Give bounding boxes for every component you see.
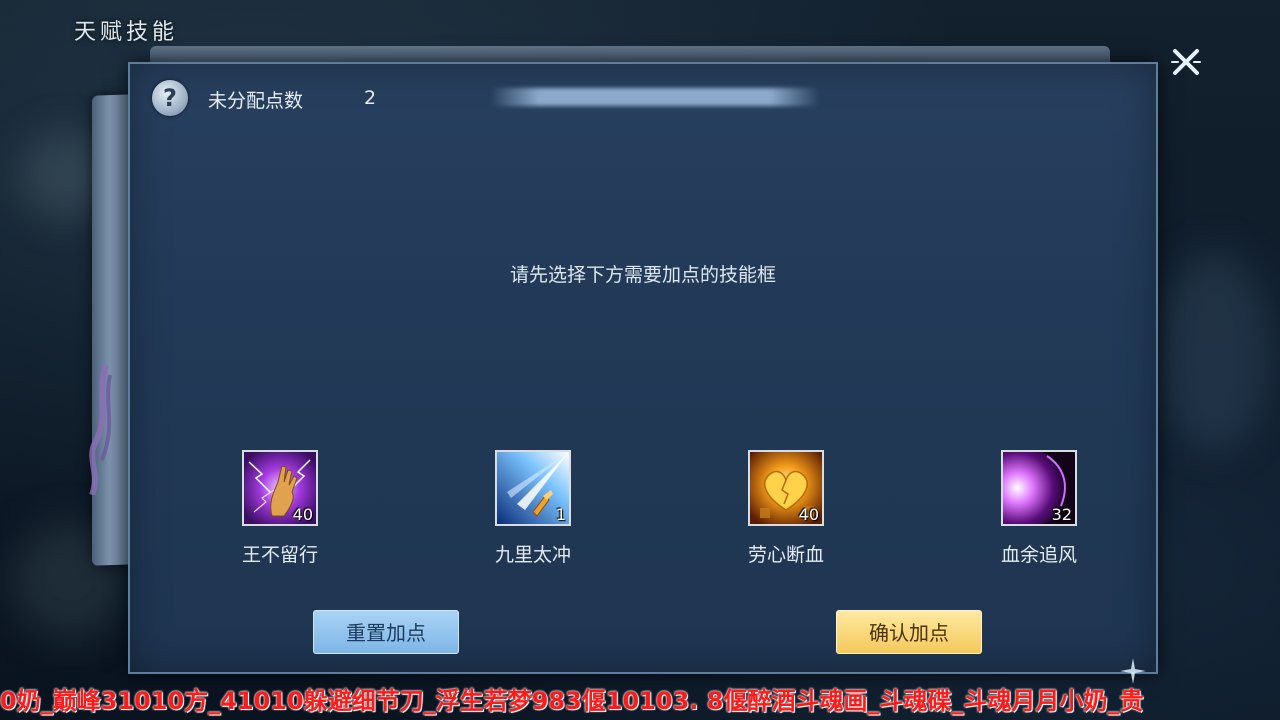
skill-name: 王不留行	[241, 544, 318, 566]
close-button[interactable]	[1166, 42, 1206, 82]
confirm-points-button[interactable]: 确认加点	[836, 610, 982, 654]
skill-name: 劳心断血	[747, 544, 824, 566]
background-decoration	[1160, 250, 1270, 450]
close-icon	[1171, 49, 1201, 75]
skill-level: 40	[292, 505, 313, 524]
skill-level: 1	[555, 505, 566, 524]
skill-slot-1[interactable]: 40 王不留行	[220, 450, 340, 567]
golden-heart-icon: 40	[748, 450, 824, 526]
skill-name: 血余追风	[1000, 544, 1077, 566]
skill-slot-4[interactable]: 32 血余追风	[979, 450, 1099, 567]
sword-beam-icon: 1	[495, 450, 571, 526]
ribbon-decoration	[89, 365, 112, 495]
unassigned-points-label: 未分配点数	[208, 90, 304, 112]
talent-skill-screen: 天赋技能 ? 未分配点数 2 请先选择下方需要加点的技能框 40 王不留行 1 …	[0, 0, 1280, 720]
skill-level: 32	[1051, 505, 1072, 524]
window-title: 天赋技能	[74, 20, 179, 45]
lightning-hand-icon: 40	[242, 450, 318, 526]
unassigned-points-value: 2	[364, 87, 377, 109]
highlight-bar-decoration	[490, 88, 820, 106]
talent-panel: ? 未分配点数 2 请先选择下方需要加点的技能框 40 王不留行 1 九里太冲 …	[128, 62, 1158, 674]
skill-name: 九里太冲	[494, 544, 571, 566]
dark-wind-icon: 32	[1001, 450, 1077, 526]
question-icon[interactable]: ?	[152, 80, 188, 116]
skill-slot-2[interactable]: 1 九里太冲	[473, 450, 593, 567]
instruction-text: 请先选择下方需要加点的技能框	[509, 264, 776, 286]
skill-level: 40	[798, 505, 819, 524]
skill-slot-3[interactable]: 40 劳心断血	[726, 450, 846, 567]
scrolling-ticker-text: 0奶_巅峰31010方_41010躲避细节刀_浮生若梦983偃10103. 8偃…	[0, 687, 1144, 715]
reset-points-button[interactable]: 重置加点	[313, 610, 459, 654]
